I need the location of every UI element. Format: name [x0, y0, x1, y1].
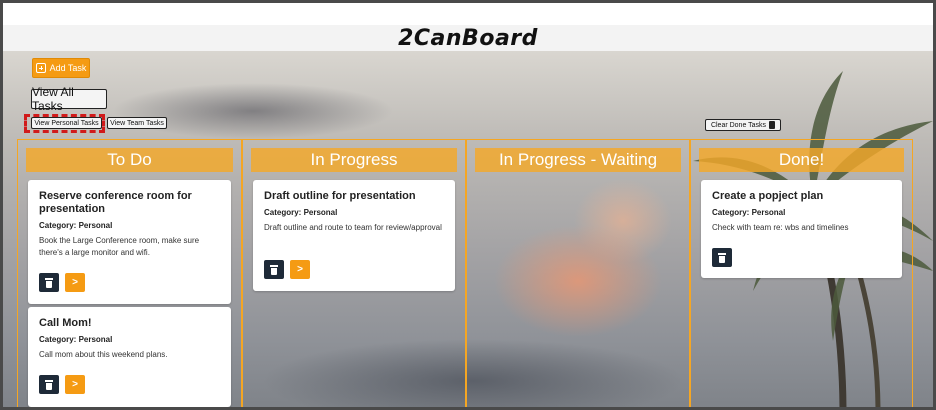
top-bar: [3, 3, 933, 25]
card-actions: >: [264, 260, 310, 279]
chevron-right-icon: >: [72, 277, 78, 288]
view-all-tasks-label: View All Tasks: [32, 85, 74, 113]
delete-task-button[interactable]: [39, 273, 59, 292]
delete-task-button[interactable]: [712, 248, 732, 267]
clear-done-tasks-button[interactable]: Clear Done Tasks: [705, 119, 781, 131]
card-actions: [712, 248, 732, 267]
column-title: In Progress - Waiting: [475, 148, 681, 172]
task-category: Category: Personal: [712, 208, 786, 217]
header: 2CanBoard: [3, 25, 933, 51]
trash-icon: [769, 121, 776, 129]
move-task-button[interactable]: >: [65, 273, 85, 292]
task-card: Call Mom! Category: Personal Call mom ab…: [28, 307, 231, 407]
task-title: Create a popject plan: [712, 190, 824, 202]
trash-icon: [718, 252, 726, 263]
view-team-tasks-button[interactable]: View Team Tasks: [107, 117, 167, 129]
clear-done-tasks-label: Clear Done Tasks: [710, 121, 767, 129]
task-card: Reserve conference room for presentation…: [28, 180, 231, 304]
trash-icon: [270, 264, 278, 275]
delete-task-button[interactable]: [264, 260, 284, 279]
add-task-label: Add Task: [49, 63, 87, 73]
task-description: Call mom about this weekend plans.: [39, 350, 168, 359]
task-description: Book the Large Conference room, make sur…: [39, 236, 200, 257]
trash-icon: [45, 277, 53, 288]
column-in-progress-waiting: In Progress - Waiting: [466, 139, 690, 407]
column-title: Done!: [699, 148, 904, 172]
column-in-progress: In Progress Draft outline for presentati…: [242, 139, 466, 407]
task-category: Category: Personal: [264, 208, 338, 217]
chevron-right-icon: >: [297, 264, 303, 275]
add-task-button[interactable]: Add Task: [32, 58, 90, 78]
column-title: To Do: [26, 148, 233, 172]
delete-task-button[interactable]: [39, 375, 59, 394]
task-description: Check with team re: wbs and timelines: [712, 223, 849, 232]
view-all-tasks-button[interactable]: View All Tasks: [31, 85, 107, 113]
task-description: Draft outline and route to team for revi…: [264, 223, 442, 232]
view-personal-tasks-button[interactable]: View Personal Tasks: [31, 117, 102, 129]
task-card: Create a popject plan Category: Personal…: [701, 180, 902, 278]
view-team-tasks-label: View Team Tasks: [110, 119, 164, 127]
task-title: Draft outline for presentation: [264, 190, 416, 202]
move-task-button[interactable]: >: [290, 260, 310, 279]
chevron-right-icon: >: [72, 379, 78, 390]
task-card: Draft outline for presentation Category:…: [253, 180, 455, 291]
app-window: 2CanBoard Add Task View All Tasks View P…: [0, 0, 936, 410]
column-todo: To Do Reserve conference room for presen…: [17, 139, 242, 407]
task-category: Category: Personal: [39, 221, 113, 230]
column-done: Done! Create a popject plan Category: Pe…: [690, 139, 913, 407]
move-task-button[interactable]: >: [65, 375, 85, 394]
column-title: In Progress: [251, 148, 457, 172]
trash-icon: [45, 379, 53, 390]
view-personal-tasks-label: View Personal Tasks: [34, 119, 99, 127]
task-category: Category: Personal: [39, 335, 113, 344]
app-logo: 2CanBoard: [398, 25, 538, 51]
card-actions: >: [39, 375, 85, 394]
plus-icon: [35, 63, 46, 73]
card-actions: >: [39, 273, 85, 292]
task-title: Reserve conference room for presentation: [39, 190, 192, 215]
task-title: Call Mom!: [39, 317, 92, 329]
